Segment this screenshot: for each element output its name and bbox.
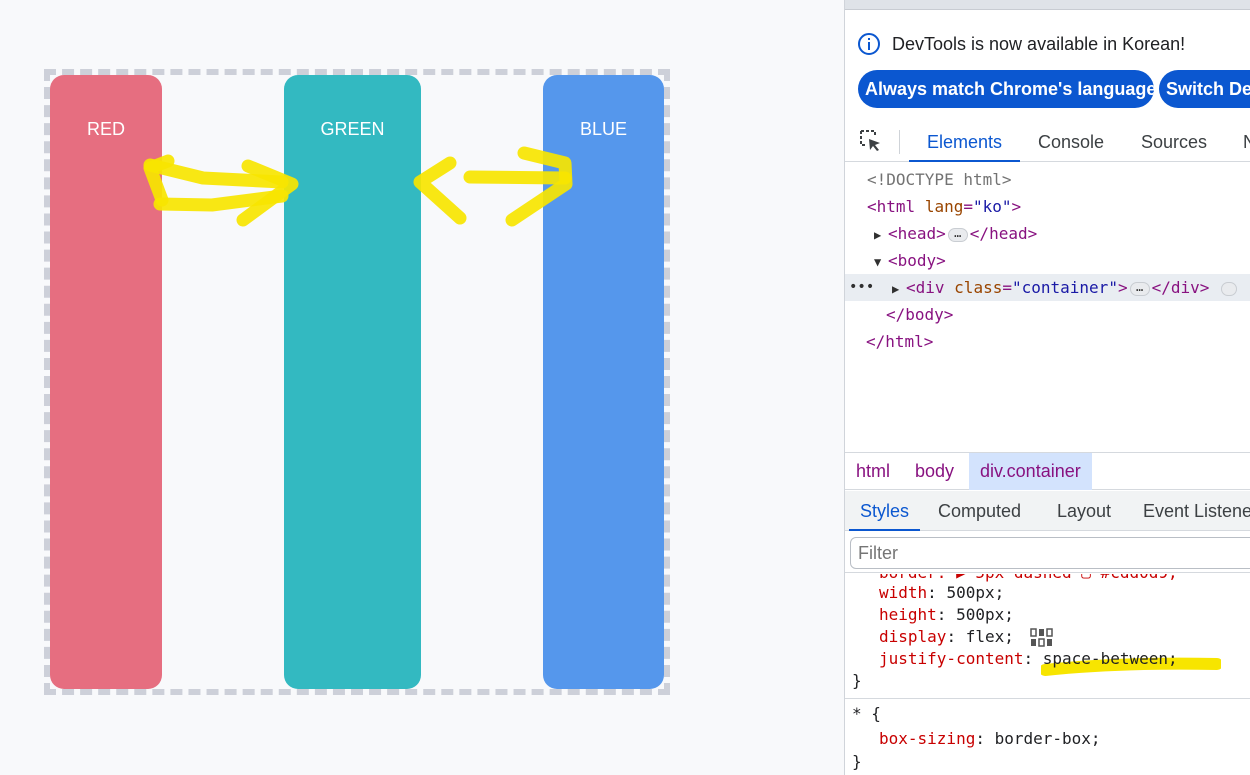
css-prop-name: width [879,583,928,602]
rule-close-brace: } [852,752,862,771]
tabs-divider [899,130,900,154]
blue-box: BLUE [543,75,664,689]
html-attr-name: lang [924,197,964,216]
styles-pane: border: ▶ 5px dashed ▢ #cdd0d9; width: 5… [845,574,1250,775]
breadcrumb-html[interactable]: html [856,453,890,490]
collapse-triangle-icon[interactable]: ▼ [874,249,888,276]
css-prop-name: height [879,605,937,624]
breadcrumb-body[interactable]: body [915,453,954,490]
tree-doctype[interactable]: <!DOCTYPE html> [867,166,1012,193]
tab-event-listeners[interactable]: Event Listene [1143,491,1250,531]
css-partial-border: border: ▶ 5px dashed ▢ #cdd0d9; [879,574,1178,582]
css-decl-height[interactable]: height: 500px; [879,604,1014,626]
tree-div-container-selected[interactable]: ••• ▶ <div class="container">… </div> [845,274,1250,301]
tab-sources[interactable]: Sources [1141,122,1207,162]
doctype-text: <!DOCTYPE html> [867,170,1012,189]
devtools-panel: DevTools is now available in Korean! Alw… [844,0,1250,775]
tree-head[interactable]: ▶ <head>… </head> [874,220,1037,247]
div-close-tag: </div> [1151,278,1210,297]
tab-network-partial[interactable]: N [1243,122,1250,162]
css-prop-value[interactable]: flex; [966,627,1014,646]
html-close-tag: </html> [866,332,934,351]
css-prop-value[interactable]: 500px; [946,583,1004,602]
tab-styles[interactable]: Styles [849,491,921,531]
blue-box-label: BLUE [579,119,628,139]
filter-bar [845,531,1250,573]
banner-message: DevTools is now available in Korean! [892,34,1186,54]
green-box: GREEN [284,75,421,689]
body-close-tag: </body> [886,305,954,324]
tree-html-close[interactable]: </html> [866,328,933,355]
tree-body-close[interactable]: </body> [886,301,953,328]
head-open-tag: <head> [888,224,946,243]
div-open-tag: <div [906,278,945,297]
styles-subtabs: Styles Computed Layout Event Listene [845,491,1250,531]
css-prop-name: justify-content [879,649,1024,668]
div-attr-value: "container" [1011,278,1118,297]
devtools-top-strip [845,0,1250,10]
info-icon [858,33,880,55]
styles-filter-input[interactable] [850,537,1250,569]
tab-layout[interactable]: Layout [1057,491,1111,531]
dom-tree: <!DOCTYPE html> <html lang="ko"> ▶ <head>… [845,163,1250,451]
css-decl-width[interactable]: width: 500px; [879,582,1004,604]
breadcrumb: html body div.container [845,452,1250,490]
collapsed-content-icon[interactable]: … [947,227,968,242]
css-universal-selector[interactable]: * { [852,703,881,725]
body-open-tag: <body> [888,251,946,270]
expand-triangle-icon[interactable]: ▶ [874,222,888,249]
tree-body-open[interactable]: ▼ <body> [874,247,946,274]
flexbox-editor-icon[interactable] [1029,627,1054,648]
css-rule-close: } [852,670,862,692]
css-prop-name: display [879,627,947,646]
red-box-label: RED [86,119,125,139]
flex-container: RED GREEN BLUE [44,69,670,695]
html-open-tag: <html [867,197,916,216]
css-decl-box-sizing[interactable]: box-sizing: border-box; [879,728,1101,750]
css-rule2-close: } [852,751,862,773]
rule-divider [845,698,1250,699]
element-picker-icon[interactable] [858,128,884,154]
css-prop-name: box-sizing [879,729,976,748]
flex-badge-icon[interactable] [1221,281,1238,296]
css-prop-value[interactable]: border-box; [995,729,1101,748]
devtools-main-tabs: Elements Console Sources N [845,122,1250,162]
css-prop-value[interactable]: space-between; [1043,649,1178,668]
css-prop-value[interactable]: 500px; [956,605,1014,624]
head-close-tag: </head> [969,224,1038,243]
breadcrumb-div-container[interactable]: div.container [969,453,1092,490]
tab-elements[interactable]: Elements [909,122,1021,162]
red-box: RED [50,75,162,689]
tab-console[interactable]: Console [1038,122,1104,162]
div-attr-name: class [954,278,1003,297]
row-menu-icon[interactable]: ••• [849,274,874,301]
page-preview: RED GREEN BLUE [0,0,844,775]
css-decl-display[interactable]: display: flex; [879,626,1054,648]
collapsed-content-icon[interactable]: … [1129,281,1150,296]
html-attr-value: "ko" [972,197,1012,216]
switch-devtools-language-button[interactable]: Switch De [1159,70,1250,108]
always-match-language-button[interactable]: Always match Chrome's language [858,70,1154,108]
expand-triangle-icon[interactable]: ▶ [892,276,906,303]
tab-computed[interactable]: Computed [938,491,1021,531]
tree-html-open[interactable]: <html lang="ko"> [867,193,1021,220]
rule-close-brace: } [852,671,862,690]
universal-selector: * { [852,704,881,723]
green-box-label: GREEN [320,119,385,139]
language-banner: DevTools is now available in Korean! Alw… [845,10,1250,122]
css-decl-justify-content[interactable]: justify-content: space-between; [879,648,1178,670]
